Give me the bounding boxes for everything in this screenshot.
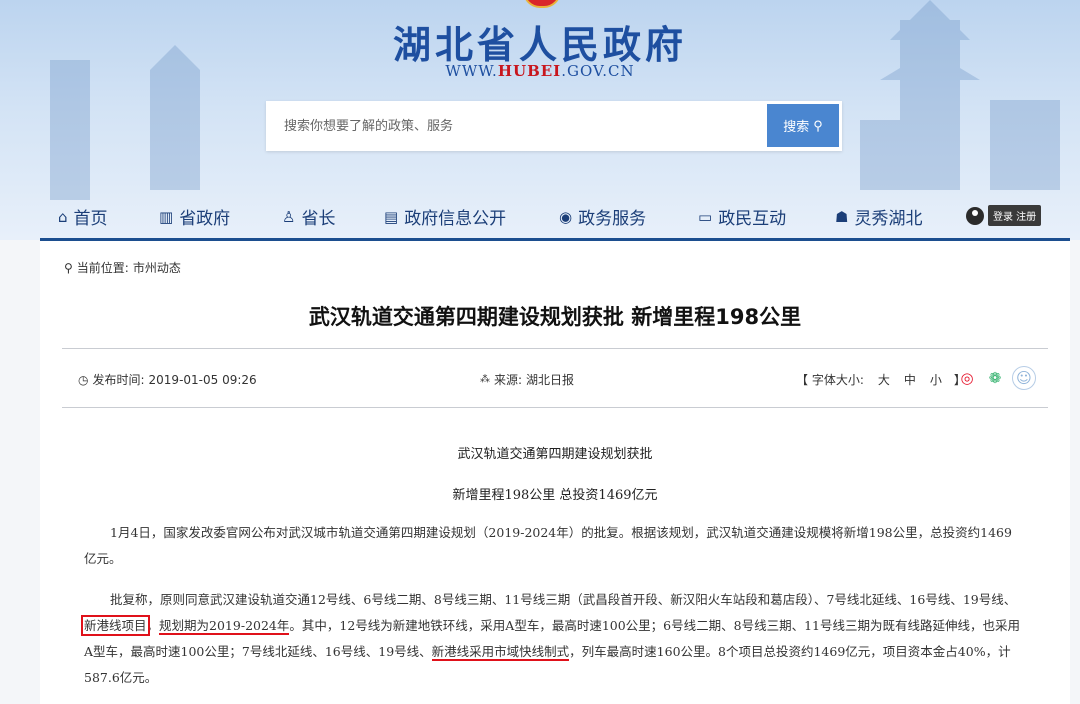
- site-url: WWW.HUBEI.GOV.CN: [445, 62, 635, 80]
- home-icon: ⌂: [58, 207, 68, 226]
- breadcrumb-link-city-news[interactable]: 市州动态: [133, 259, 181, 276]
- person-icon: ♙: [282, 207, 296, 226]
- article-paragraph: 批复称，原则同意武汉建设轨道交通12号线、6号线二期、8号线三期、11号线三期（…: [81, 592, 1020, 685]
- qq-icon[interactable]: ☺: [1012, 366, 1036, 390]
- user-login: 登录 注册: [966, 205, 1042, 226]
- highlight-box: 新港线项目: [81, 615, 150, 636]
- login-register-button[interactable]: 登录 注册: [988, 205, 1042, 226]
- article-source: ⁂ 来源: 湖北日报: [480, 373, 575, 387]
- nav-governor[interactable]: ♙ 省长: [282, 204, 335, 230]
- hubei-map-icon: ☗: [835, 207, 849, 226]
- divider: [62, 407, 1048, 408]
- article-headline: 武汉轨道交通第四期建设规划获批 新增里程198公里: [308, 305, 802, 329]
- user-icon[interactable]: [966, 206, 984, 225]
- clock-icon: ◷: [78, 372, 89, 387]
- share-buttons: ◎ ❁ ☺: [956, 366, 1036, 390]
- source-icon: ⁂: [480, 374, 490, 385]
- search-box: [266, 101, 842, 151]
- service-icon: ◉: [559, 207, 573, 226]
- nav-info-disclosure[interactable]: ▤ 政府信息公开: [384, 204, 506, 230]
- nav-interaction[interactable]: ▭ 政民互动: [698, 204, 786, 230]
- article-paragraph: 1月4日，国家发改委官网公布对武汉城市轨道交通第四期建设规划（2019-2024…: [84, 525, 1012, 566]
- document-icon: ▤: [384, 207, 399, 226]
- font-size-switcher: 【 字体大小: 大 中 小 】: [796, 371, 966, 388]
- font-size-medium[interactable]: 中: [904, 371, 916, 388]
- chat-icon: ▭: [698, 207, 713, 226]
- article-subtitle: 新增里程198公里 总投资1469亿元: [452, 488, 658, 503]
- nav-lingxiu-hubei[interactable]: ☗ 灵秀湖北: [835, 204, 922, 230]
- search-button[interactable]: 搜索 ⚲: [767, 104, 839, 147]
- highlight-underline: 规划期为2019-2024年: [159, 618, 290, 635]
- font-size-large[interactable]: 大: [878, 371, 890, 388]
- breadcrumb: ⚲ 当前位置: 市州动态: [64, 259, 181, 276]
- font-size-small[interactable]: 小: [930, 371, 942, 388]
- divider: [62, 348, 1048, 349]
- search-input[interactable]: [266, 101, 766, 151]
- nav-home[interactable]: ⌂ 首页: [58, 204, 108, 230]
- wechat-icon[interactable]: ❁: [984, 367, 1006, 389]
- nav-government-services[interactable]: ◉ 政务服务: [559, 204, 646, 230]
- location-pin-icon: ⚲: [64, 260, 73, 275]
- highlight-underline: 新港线采用市域快线制式: [431, 644, 570, 661]
- article-container: ⚲ 当前位置: 市州动态 武汉轨道交通第四期建设规划获批 新增里程198公里 ◷…: [40, 241, 1070, 704]
- publish-time: ◷ 发布时间: 2019-01-05 09:26: [78, 372, 257, 388]
- building-icon: ▥: [159, 207, 174, 226]
- site-title: 湖北省人民政府: [392, 22, 687, 67]
- search-icon: ⚲: [813, 117, 823, 133]
- main-nav: ⌂ 首页 ▥ 省政府 ♙ 省长 ▤ 政府信息公开 ◉ 政务服务 ▭ 政民互动 ☗ 灵秀湖北: [40, 196, 1070, 238]
- weibo-icon[interactable]: ◎: [956, 367, 978, 389]
- nav-provincial-government[interactable]: ▥ 省政府: [159, 204, 230, 230]
- article-subtitle: 武汉轨道交通第四期建设规划获批: [457, 447, 653, 462]
